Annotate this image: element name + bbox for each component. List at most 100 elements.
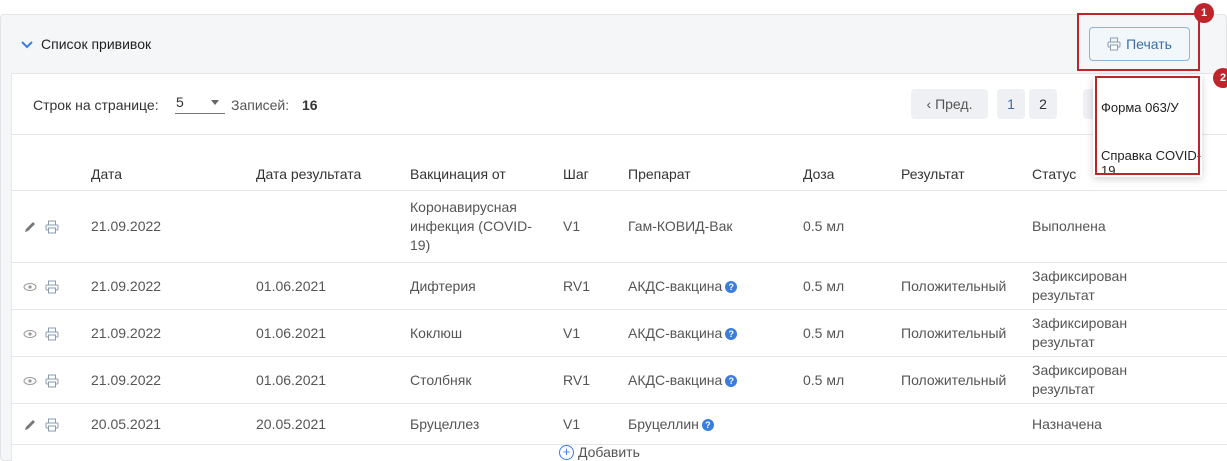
cell-drug: АКДС-вакцина?	[628, 356, 803, 404]
column-header-step[interactable]: Шаг	[563, 134, 628, 191]
printer-icon[interactable]	[44, 279, 60, 295]
cell-drug: АКДС-вакцина?	[628, 262, 803, 310]
print-button[interactable]: Печать	[1089, 27, 1190, 61]
rows-per-page-value: 5	[176, 94, 184, 110]
pager-page-1[interactable]: 1	[997, 89, 1025, 119]
chevron-down-icon[interactable]	[21, 39, 33, 51]
table-row: 21.09.2022 Коронавирусная инфекция (COVI…	[12, 190, 1227, 263]
cell-date: 20.05.2021	[91, 403, 256, 445]
table-row: 21.09.2022 01.06.2021 Коклюш V1 АКДС-вак…	[12, 309, 1227, 357]
cell-result	[901, 403, 1032, 445]
printer-icon[interactable]	[44, 373, 60, 389]
cell-date: 21.09.2022	[91, 190, 256, 263]
pencil-icon[interactable]	[22, 219, 38, 235]
cell-date: 21.09.2022	[91, 356, 256, 404]
printer-icon	[1107, 37, 1121, 51]
row-actions	[12, 356, 91, 404]
cell-result	[901, 190, 1032, 263]
pencil-icon[interactable]	[22, 417, 38, 433]
plus-circle-icon: +	[559, 444, 574, 460]
rows-per-page-select[interactable]: 5	[175, 92, 225, 114]
row-actions	[12, 309, 91, 357]
highlight-box-menu	[1095, 76, 1200, 175]
cell-result: Положительный	[901, 309, 1032, 357]
cell-dose: 0.5 мл	[803, 262, 901, 310]
column-header-date[interactable]: Дата	[91, 134, 256, 191]
drug-name: Бруцеллин	[628, 415, 699, 432]
help-icon[interactable]: ?	[725, 374, 738, 387]
cell-result-date: 01.06.2021	[256, 356, 410, 404]
pager-prev-button[interactable]: ‹ Пред.	[911, 89, 988, 119]
help-icon[interactable]: ?	[725, 280, 738, 293]
drug-name: АКДС-вакцина	[628, 324, 723, 341]
cell-status: Зафиксирован результат	[1032, 356, 1227, 404]
cell-drug: АКДС-вакцина?	[628, 309, 803, 357]
row-actions	[12, 262, 91, 310]
cell-drug: Гам-КОВИД-Вак	[628, 190, 803, 263]
panel-header[interactable]: Список прививок 1 Печать	[1, 3, 1226, 73]
pager-page-2[interactable]: 2	[1029, 89, 1057, 119]
eye-icon[interactable]	[22, 279, 38, 295]
row-actions	[12, 190, 91, 263]
cell-dose: 0.5 мл	[803, 190, 901, 263]
panel-title: Список прививок	[41, 36, 152, 52]
cell-date: 21.09.2022	[91, 262, 256, 310]
vaccination-panel: Список прививок 1 Печать Строк на страни…	[0, 3, 1227, 461]
cell-vaccination: Коронавирусная инфекция (COVID-19)	[410, 190, 563, 263]
cell-step: RV1	[563, 356, 628, 404]
printer-icon[interactable]	[44, 326, 60, 342]
column-header-actions	[12, 134, 91, 191]
table-toolbar: Строк на странице: 5 Записей: 16 ‹ Пред.…	[12, 74, 1227, 134]
cell-status: Зафиксирован результат	[1032, 309, 1227, 357]
cell-result-date: 01.06.2021	[256, 262, 410, 310]
table-row: 21.09.2022 01.06.2021 Столбняк RV1 АКДС-…	[12, 356, 1227, 404]
cell-result: Положительный	[901, 262, 1032, 310]
column-header-vaccination[interactable]: Вакцинация от	[410, 134, 563, 191]
cell-step: V1	[563, 403, 628, 445]
cell-vaccination: Столбняк	[410, 356, 563, 404]
column-header-result[interactable]: Результат	[901, 134, 1032, 191]
add-button-label: Добавить	[578, 444, 640, 460]
drug-name: Гам-КОВИД-Вак	[628, 218, 733, 234]
cell-result-date: 01.06.2021	[256, 309, 410, 357]
help-icon[interactable]: ?	[701, 418, 714, 431]
row-actions	[12, 403, 91, 445]
cell-dose: 0.5 мл	[803, 356, 901, 404]
cell-status: Зафиксирован результат	[1032, 262, 1227, 310]
records-count: 16	[302, 97, 318, 113]
eye-icon[interactable]	[22, 326, 38, 342]
printer-icon[interactable]	[44, 417, 60, 433]
cell-dose: 0.5 мл	[803, 309, 901, 357]
cell-step: V1	[563, 309, 628, 357]
column-header-drug[interactable]: Препарат	[628, 134, 803, 191]
drug-name: АКДС-вакцина	[628, 371, 723, 388]
cell-date: 21.09.2022	[91, 309, 256, 357]
vaccination-list-card: Строк на странице: 5 Записей: 16 ‹ Пред.…	[11, 73, 1227, 461]
cell-step: RV1	[563, 262, 628, 310]
add-button[interactable]: + Добавить	[559, 444, 640, 460]
table-row: 20.05.2021 20.05.2021 Бруцеллез V1 Бруце…	[12, 403, 1227, 445]
cell-step: V1	[563, 190, 628, 263]
rows-per-page-label: Строк на странице:	[33, 97, 159, 113]
help-icon[interactable]: ?	[725, 327, 738, 340]
column-header-result-date[interactable]: Дата результата	[256, 134, 410, 191]
column-header-dose[interactable]: Доза	[803, 134, 901, 191]
drug-name: АКДС-вакцина	[628, 277, 723, 294]
table-row: 21.09.2022 01.06.2021 Дифтерия RV1 АКДС-…	[12, 262, 1227, 310]
print-button-label: Печать	[1126, 36, 1172, 52]
cell-result: Положительный	[901, 356, 1032, 404]
cell-vaccination: Бруцеллез	[410, 403, 563, 445]
dropdown-arrow-icon	[211, 100, 219, 105]
printer-icon[interactable]	[44, 219, 60, 235]
cell-result-date	[256, 190, 410, 263]
add-row: + Добавить	[12, 444, 1227, 461]
badge-step-1: 1	[1194, 3, 1214, 23]
cell-vaccination: Дифтерия	[410, 262, 563, 310]
cell-vaccination: Коклюш	[410, 309, 563, 357]
cell-status: Назначена	[1032, 403, 1227, 445]
cell-result-date: 20.05.2021	[256, 403, 410, 445]
table-header-row: Дата Дата результата Вакцинация от Шаг П…	[12, 134, 1227, 191]
cell-dose	[803, 403, 901, 445]
eye-icon[interactable]	[22, 373, 38, 389]
badge-step-2: 2	[1213, 68, 1227, 88]
